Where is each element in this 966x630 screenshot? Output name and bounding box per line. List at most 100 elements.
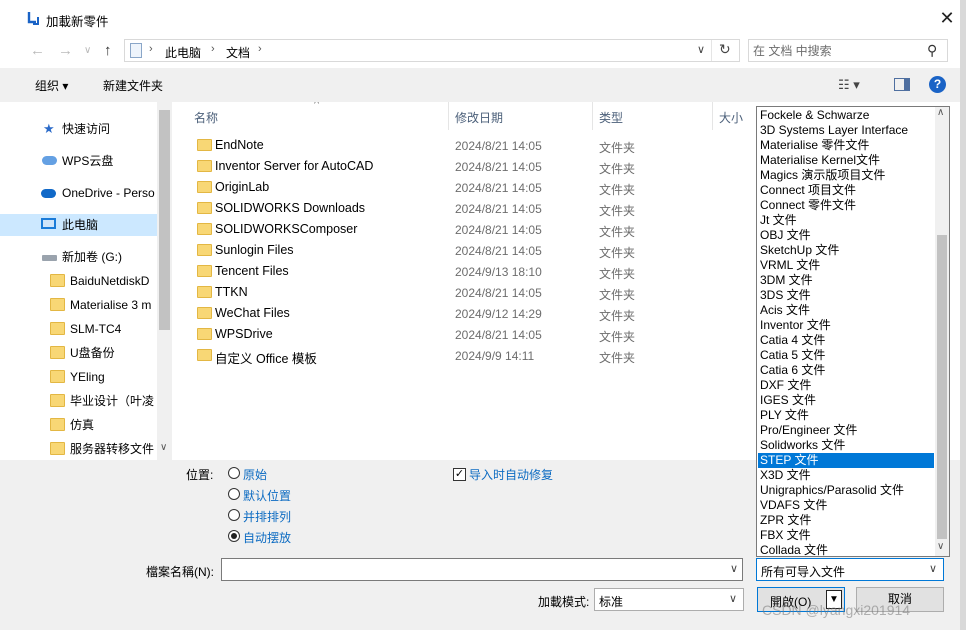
address-history-chevron-icon[interactable]: ∨ (697, 43, 705, 56)
dropdown-option[interactable]: Pro/Engineer 文件 (758, 423, 934, 438)
refresh-icon[interactable]: ↻ (719, 41, 731, 58)
dropdown-option[interactable]: Unigraphics/Parasolid 文件 (758, 483, 934, 498)
file-row[interactable]: OriginLab 2024/8/21 14:05 文件夹 (192, 177, 752, 198)
dropdown-scrollbar[interactable]: ∧ ∨ (935, 107, 949, 556)
sidebar-item-folder[interactable]: U盘备份 (48, 342, 157, 364)
search-input[interactable] (753, 42, 923, 59)
auto-repair-label[interactable]: 导入时自动修复 (469, 466, 553, 483)
sidebar-scrollbar[interactable]: ∨ (157, 102, 172, 460)
file-row[interactable]: TTKN 2024/8/21 14:05 文件夹 (192, 282, 752, 303)
dropdown-option[interactable]: 3DM 文件 (758, 273, 934, 288)
column-divider[interactable] (712, 102, 713, 130)
dropdown-option[interactable]: Catia 4 文件 (758, 333, 934, 348)
dropdown-option[interactable]: Acis 文件 (758, 303, 934, 318)
chevron-down-icon[interactable]: ∨ (929, 562, 937, 575)
dropdown-option[interactable]: VRML 文件 (758, 258, 934, 273)
dropdown-option[interactable]: 3D Systems Layer Interface (758, 123, 934, 138)
file-row[interactable]: WPSDrive 2024/8/21 14:05 文件夹 (192, 324, 752, 345)
file-row[interactable]: SOLIDWORKS Downloads 2024/8/21 14:05 文件夹 (192, 198, 752, 219)
dropdown-option[interactable]: ZPR 文件 (758, 513, 934, 528)
sidebar-item-onedrive[interactable]: OneDrive - Perso (40, 182, 157, 204)
filetype-select[interactable]: 所有可导入文件 ∨ (756, 558, 944, 581)
file-row[interactable]: WeChat Files 2024/9/12 14:29 文件夹 (192, 303, 752, 324)
change-view-icon[interactable]: ☷ ▾ (838, 77, 860, 93)
filename-input[interactable] (226, 562, 716, 577)
scrollbar-thumb[interactable] (159, 110, 170, 330)
sidebar-item-folder[interactable]: Materialise 3 m (48, 294, 157, 316)
radio-button-selected[interactable] (228, 530, 240, 542)
scroll-down-icon[interactable]: ∨ (160, 442, 167, 453)
preview-pane-icon[interactable] (894, 78, 910, 91)
sidebar-item-this-pc[interactable]: 此电脑 (0, 214, 157, 236)
sidebar-item-drive-g[interactable]: 新加卷 (G:) (40, 246, 157, 268)
load-mode-select[interactable]: 标准 ∨ (594, 588, 744, 611)
back-arrow-icon[interactable]: ← (30, 42, 45, 59)
dropdown-option[interactable]: Jt 文件 (758, 213, 934, 228)
new-folder-button[interactable]: 新建文件夹 (103, 77, 163, 94)
sidebar-item-folder[interactable]: BaiduNetdiskD (48, 270, 157, 292)
forward-arrow-icon[interactable]: → (58, 42, 73, 59)
file-row[interactable]: 自定义 Office 模板 2024/9/9 14:11 文件夹 (192, 345, 752, 366)
organize-button[interactable]: 组织 ▾ (35, 77, 68, 94)
help-icon[interactable]: ? (929, 76, 946, 93)
dropdown-option[interactable]: Solidworks 文件 (758, 438, 934, 453)
dropdown-option[interactable]: X3D 文件 (758, 468, 934, 483)
dropdown-option[interactable]: SketchUp 文件 (758, 243, 934, 258)
dropdown-option[interactable]: VDAFS 文件 (758, 498, 934, 513)
breadcrumb-this-pc[interactable]: 此电脑 (165, 44, 201, 61)
sidebar-item-quick-access[interactable]: ★ 快速访问 (40, 118, 157, 140)
sidebar-item-folder[interactable]: 仿真 (48, 414, 157, 436)
column-header-name[interactable]: 名称 (194, 109, 218, 126)
radio-button[interactable] (228, 488, 240, 500)
chevron-down-icon[interactable]: ∨ (730, 562, 738, 575)
dropdown-option[interactable]: OBJ 文件 (758, 228, 934, 243)
dropdown-option[interactable]: Materialise 零件文件 (758, 138, 934, 153)
scroll-down-icon[interactable]: ∨ (937, 541, 944, 552)
dropdown-option[interactable]: Magics 演示版项目文件 (758, 168, 934, 183)
dropdown-option[interactable]: STEP 文件 (758, 453, 934, 468)
radio-button[interactable] (228, 467, 240, 479)
breadcrumb-documents[interactable]: 文档 (226, 44, 250, 61)
address-bar[interactable]: › 此电脑 › 文档 › ∨ ↻ (124, 39, 740, 62)
column-header-size[interactable]: 大小 (719, 109, 743, 126)
dropdown-option[interactable]: Fockele & Schwarze (758, 108, 934, 123)
search-icon[interactable]: ⚲ (927, 42, 937, 59)
dropdown-option[interactable]: Collada 文件 (758, 543, 934, 556)
file-row[interactable]: SOLIDWORKSComposer 2024/8/21 14:05 文件夹 (192, 219, 752, 240)
dropdown-option[interactable]: 3DS 文件 (758, 288, 934, 303)
sidebar-item-folder[interactable]: 毕业设计（叶凌 (48, 390, 157, 412)
filetype-dropdown-list[interactable]: Fockele & Schwarze 3D Systems Layer Inter… (756, 106, 950, 557)
scrollbar-thumb[interactable] (937, 235, 947, 539)
dropdown-option[interactable]: Catia 6 文件 (758, 363, 934, 378)
file-row[interactable]: Sunlogin Files 2024/8/21 14:05 文件夹 (192, 240, 752, 261)
dropdown-option[interactable]: DXF 文件 (758, 378, 934, 393)
dropdown-option[interactable]: Inventor 文件 (758, 318, 934, 333)
column-divider[interactable] (448, 102, 449, 130)
dropdown-option[interactable]: Connect 项目文件 (758, 183, 934, 198)
column-header-type[interactable]: 类型 (599, 109, 623, 126)
dropdown-option[interactable]: Catia 5 文件 (758, 348, 934, 363)
up-arrow-icon[interactable]: ↑ (104, 42, 112, 59)
file-row[interactable]: Tencent Files 2024/9/13 18:10 文件夹 (192, 261, 752, 282)
close-button[interactable]: ✕ (930, 4, 964, 32)
dropdown-option[interactable]: Connect 零件文件 (758, 198, 934, 213)
sidebar-item-folder[interactable]: YEling (48, 366, 157, 388)
sidebar-item-folder[interactable]: SLM-TC4 (48, 318, 157, 340)
column-header-modified[interactable]: 修改日期 (455, 109, 503, 126)
dropdown-option[interactable]: Materialise Kernel文件 (758, 153, 934, 168)
sidebar-item-folder[interactable]: 服务器转移文件 (48, 438, 157, 460)
scroll-up-icon[interactable]: ∧ (937, 107, 944, 118)
column-divider[interactable] (592, 102, 593, 130)
radio-button[interactable] (228, 509, 240, 521)
dropdown-option[interactable]: FBX 文件 (758, 528, 934, 543)
auto-repair-checkbox[interactable]: ✓ (453, 468, 466, 481)
recent-locations-icon[interactable]: ∨ (84, 45, 91, 56)
dropdown-option[interactable]: IGES 文件 (758, 393, 934, 408)
file-row[interactable]: Inventor Server for AutoCAD 2024/8/21 14… (192, 156, 752, 177)
filename-combobox[interactable]: ∨ (221, 558, 743, 581)
chevron-down-icon[interactable]: ∨ (729, 592, 737, 605)
dropdown-option[interactable]: PLY 文件 (758, 408, 934, 423)
file-row[interactable]: EndNote 2024/8/21 14:05 文件夹 (192, 135, 752, 156)
search-box[interactable]: ⚲ (748, 39, 948, 62)
sidebar-item-wps-cloud[interactable]: WPS云盘 (40, 150, 157, 172)
